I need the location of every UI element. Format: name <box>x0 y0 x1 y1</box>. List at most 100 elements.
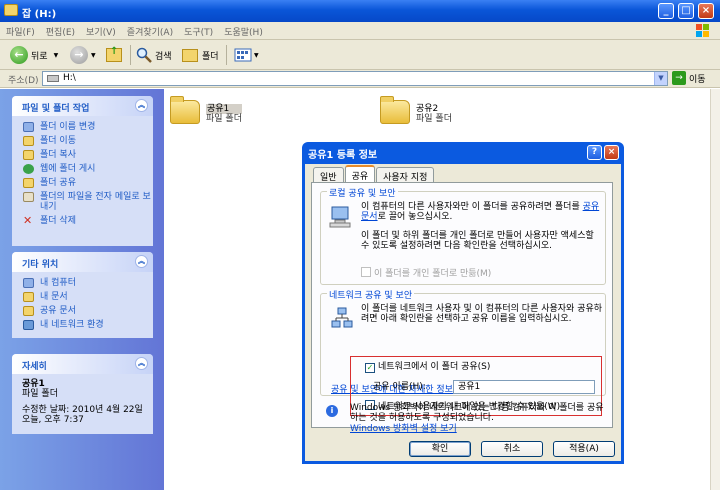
ok-button[interactable]: 확인 <box>409 441 471 457</box>
task-move-folder[interactable]: 폴더 이동 <box>12 134 153 148</box>
details-header[interactable]: 자세히 ︽ <box>12 354 153 374</box>
menu-bar: 파일(F) 편집(E) 보기(V) 즐겨찾기(A) 도구(T) 도움말(H) <box>0 22 720 40</box>
file-item-share2[interactable]: 공유2 파일 폴더 <box>380 96 452 124</box>
private-folder-label: 이 폴더를 개인 폴더로 만듦(M) <box>374 269 492 279</box>
file-tasks-panel: 파일 및 폴더 작업 ︽ 폴더 이름 변경 폴더 이동 폴더 복사 웹에 폴더 게… <box>12 96 153 246</box>
local-text-part: 로 끌어 놓으십시오. <box>377 212 453 222</box>
task-label: 웹에 폴더 게시 <box>40 164 96 174</box>
task-share-folder[interactable]: 폴더 공유 <box>12 176 153 190</box>
details-name: 공유1 <box>22 379 45 389</box>
place-label: 공유 문서 <box>40 306 76 316</box>
views-button[interactable]: ▼ <box>234 45 259 65</box>
other-places-header[interactable]: 기타 위치 ︽ <box>12 252 153 272</box>
local-sharing-label: 로컬 공유 및 보안 <box>327 186 398 199</box>
back-button[interactable]: ← 뒤로 ▼ <box>10 45 58 65</box>
checked-checkbox-icon: ✓ <box>365 363 375 373</box>
go-label: 이동 <box>689 74 706 85</box>
file-name: 공유1 <box>206 104 242 114</box>
firewall-text: Windows 방화벽이 네트워크에 있는 다른 컴퓨터와 이 폴더를 공유하는… <box>350 403 604 423</box>
rename-icon <box>23 122 34 132</box>
search-label: 검색 <box>155 51 172 62</box>
menu-file[interactable]: 파일(F) <box>0 22 40 38</box>
chevron-down-icon[interactable]: ▼ <box>654 72 667 85</box>
vertical-scrollbar[interactable] <box>710 89 720 490</box>
details-type: 파일 폴더 <box>22 389 58 399</box>
other-places-panel: 기타 위치 ︽ 내 컴퓨터 내 문서 공유 문서 내 네트워크 환경 <box>12 252 153 338</box>
forward-button[interactable]: → ▼ <box>70 45 96 65</box>
apply-button[interactable]: 적용(A) <box>553 441 615 457</box>
close-button[interactable]: × <box>698 3 714 19</box>
file-name: 공유2 <box>416 104 439 114</box>
maximize-button[interactable]: □ <box>678 3 694 19</box>
folders-button[interactable]: 폴더 <box>182 45 219 65</box>
place-my-network[interactable]: 내 네트워크 환경 <box>12 318 153 332</box>
toolbar: ← 뒤로 ▼ → ▼ ↑ 검색 폴더 ▼ <box>0 40 720 70</box>
network-icon <box>23 320 34 330</box>
globe-icon <box>23 164 34 174</box>
place-label: 내 컴퓨터 <box>40 278 76 288</box>
folder-icon <box>170 96 200 124</box>
task-label: 폴더 복사 <box>40 150 76 160</box>
chevron-down-icon[interactable]: ▼ <box>254 52 259 59</box>
task-publish-web[interactable]: 웹에 폴더 게시 <box>12 162 153 176</box>
properties-dialog: 공유1 등록 정보 ? × 일반 공유 사용자 지정 로컬 공유 및 보안 이 … <box>302 142 624 464</box>
task-email-files[interactable]: 폴더의 파일을 전자 메일로 보내기 <box>12 190 153 214</box>
file-type: 파일 폴더 <box>416 114 452 124</box>
folders-label: 폴더 <box>202 51 219 62</box>
menu-edit[interactable]: 편집(E) <box>40 22 80 38</box>
task-label: 폴더 이름 변경 <box>40 122 96 132</box>
network-sharing-label: 네트워크 공유 및 보안 <box>327 288 415 301</box>
private-folder-text: 이 폴더 및 하위 폴더를 개인 폴더로 만들어 사용자만 액세스할 수 있도록… <box>361 231 594 251</box>
tab-general[interactable]: 일반 <box>313 167 344 183</box>
task-copy-folder[interactable]: 폴더 복사 <box>12 148 153 162</box>
menu-view[interactable]: 보기(V) <box>80 22 121 38</box>
address-value: H:\ <box>63 73 76 83</box>
help-button[interactable]: ? <box>587 145 602 160</box>
share-name-input[interactable]: 공유1 <box>453 380 595 394</box>
minimize-button[interactable]: _ <box>658 3 674 19</box>
menu-tools[interactable]: 도구(T) <box>178 22 218 38</box>
task-label: 폴더 이동 <box>40 136 76 146</box>
collapse-icon[interactable]: ︽ <box>135 255 148 268</box>
go-arrow-icon: → <box>672 71 686 85</box>
folder-icon <box>4 4 18 16</box>
dialog-close-button[interactable]: × <box>604 145 619 160</box>
private-folder-checkbox[interactable]: 이 폴더를 개인 폴더로 만듦(M) <box>361 267 491 279</box>
go-button[interactable]: → 이동 <box>672 71 706 85</box>
task-delete-folder[interactable]: ✕ 폴더 삭제 <box>12 214 153 228</box>
collapse-icon[interactable]: ︽ <box>135 99 148 112</box>
file-tasks-header[interactable]: 파일 및 폴더 작업 ︽ <box>12 96 153 116</box>
task-label: 폴더 삭제 <box>40 216 76 226</box>
copy-icon <box>23 150 34 160</box>
place-my-documents[interactable]: 내 문서 <box>12 290 153 304</box>
share-on-network-checkbox[interactable]: ✓ 네트워크에서 이 폴더 공유(S) <box>365 362 490 373</box>
chevron-down-icon[interactable]: ▼ <box>54 52 59 59</box>
email-icon <box>23 192 34 202</box>
move-icon <box>23 136 34 146</box>
firewall-settings-link[interactable]: Windows 방화벽 설정 보기 <box>350 424 457 434</box>
info-icon: i <box>326 405 338 417</box>
menu-help[interactable]: 도움말(H) <box>218 22 268 38</box>
place-shared-documents[interactable]: 공유 문서 <box>12 304 153 318</box>
collapse-icon[interactable]: ︽ <box>135 357 148 370</box>
local-sharing-text: 이 컴퓨터의 다른 사용자와만 이 폴더를 공유하려면 폴더를 공유 문서로 끌… <box>361 202 601 222</box>
file-item-share1[interactable]: 공유1 파일 폴더 <box>170 96 242 124</box>
place-my-computer[interactable]: 내 컴퓨터 <box>12 276 153 290</box>
network-sharing-text: 이 폴더를 네트워크 사용자 및 이 컴퓨터의 다른 사용자와 공유하려면 아래… <box>361 304 603 324</box>
chevron-down-icon[interactable]: ▼ <box>91 52 96 59</box>
link-text: Windows 방화벽 설정 보기 <box>350 424 457 434</box>
search-button[interactable]: 검색 <box>136 45 172 65</box>
place-label: 내 네트워크 환경 <box>40 320 104 330</box>
address-input[interactable]: H:\ ▼ <box>42 71 668 86</box>
shared-documents-icon <box>23 306 34 316</box>
up-folder-button[interactable]: ↑ <box>106 45 122 65</box>
forward-arrow-icon: → <box>70 46 88 64</box>
folder-icon <box>380 96 410 124</box>
tab-sharing[interactable]: 공유 <box>344 165 376 182</box>
menu-favorites[interactable]: 즐겨찾기(A) <box>121 22 178 38</box>
address-bar: 주소(D) H:\ ▼ → 이동 <box>0 70 720 88</box>
task-rename-folder[interactable]: 폴더 이름 변경 <box>12 120 153 134</box>
tab-customize[interactable]: 사용자 지정 <box>376 167 435 183</box>
cancel-button[interactable]: 취소 <box>481 441 543 457</box>
window-title-bar[interactable]: 잡 (H:) _ □ × <box>0 0 720 22</box>
